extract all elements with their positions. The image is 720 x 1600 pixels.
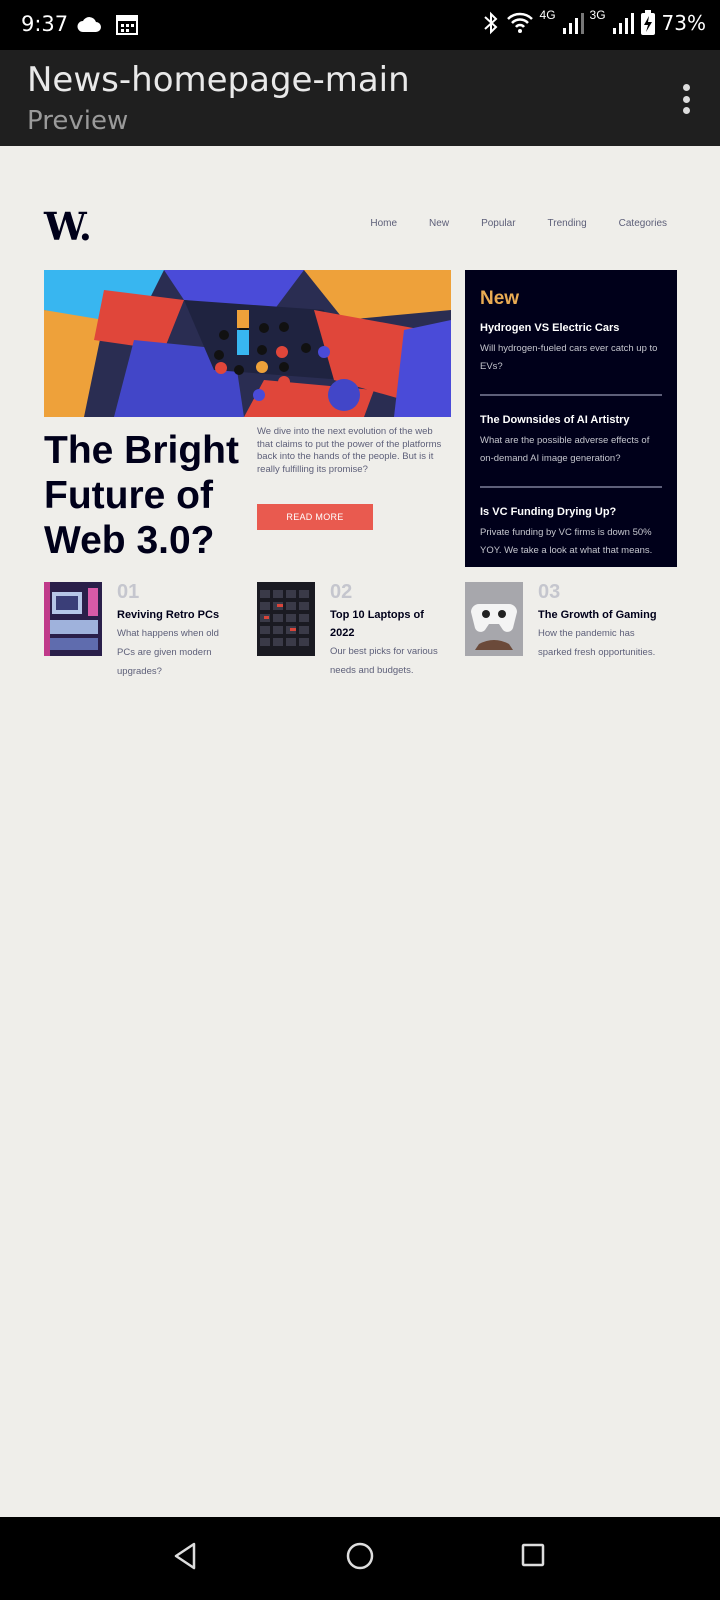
new-item-text: Will hydrogen-fueled cars ever catch up … <box>480 343 658 372</box>
card-title[interactable]: Reviving Retro PCs <box>117 606 229 624</box>
new-item-title[interactable]: Is VC Funding Drying Up? <box>480 506 662 518</box>
network-type-1: 4G <box>539 8 556 22</box>
nav-link-popular[interactable]: Popular <box>481 218 515 229</box>
new-panel-heading: New <box>480 288 520 309</box>
signal-icon <box>562 13 584 34</box>
article-card: 02 Top 10 Laptops of 2022 Our best picks… <box>257 582 457 680</box>
network-type-2: 3G <box>589 8 606 22</box>
new-item-text: What are the possible adverse effects of… <box>480 435 650 464</box>
hero-title: The Bright Future of Web 3.0? <box>44 429 239 562</box>
bluetooth-icon <box>483 11 497 35</box>
card-title[interactable]: The Growth of Gaming <box>538 606 668 624</box>
card-description: What happens when old PCs are given mode… <box>117 628 219 677</box>
hero-image <box>44 270 451 417</box>
status-time: 9:37 <box>21 12 69 36</box>
battery-charging-icon <box>640 10 655 35</box>
nav-link-trending[interactable]: Trending <box>548 218 587 229</box>
article-card: 03 The Growth of Gaming How the pandemic… <box>465 582 685 662</box>
battery-level: 73% <box>661 11 706 35</box>
read-more-button[interactable]: READ MORE <box>257 504 373 530</box>
card-title[interactable]: Top 10 Laptops of 2022 <box>330 606 445 642</box>
status-bar: 9:37 4G 3G 73% <box>0 0 720 50</box>
card-description: Our best picks for various needs and bud… <box>330 646 438 676</box>
card-description: How the pandemic has sparked fresh oppor… <box>538 628 656 658</box>
app-title: News-homepage-main <box>27 60 410 100</box>
more-options-icon[interactable] <box>682 84 690 114</box>
laptop-keyboard-thumbnail <box>257 582 315 656</box>
nav-link-new[interactable]: New <box>429 218 449 229</box>
signal-icon <box>612 13 634 34</box>
card-number: 01 <box>117 581 140 603</box>
new-item-text: Private funding by VC firms is down 50% … <box>480 527 653 556</box>
list-item[interactable]: Hydrogen VS Electric Cars Will hydrogen-… <box>480 322 662 390</box>
app-subtitle: Preview <box>27 106 129 136</box>
nav-link-categories[interactable]: Categories <box>619 218 667 229</box>
divider <box>480 486 662 488</box>
wifi-icon <box>506 12 533 33</box>
new-articles-panel: New Hydrogen VS Electric Cars Will hydro… <box>465 270 677 567</box>
new-item-title[interactable]: The Downsides of AI Artistry <box>480 414 662 426</box>
back-icon[interactable] <box>172 1541 198 1571</box>
system-nav-bar <box>0 1517 720 1600</box>
list-item[interactable]: The Downsides of AI Artistry What are th… <box>480 414 662 482</box>
site-nav: Home New Popular Trending Categories <box>370 218 667 229</box>
divider <box>480 394 662 396</box>
nav-link-home[interactable]: Home <box>370 218 397 229</box>
article-cards: 01 Reviving Retro PCs What happens when … <box>44 582 684 682</box>
retro-pc-thumbnail <box>44 582 102 656</box>
card-number: 03 <box>538 581 561 603</box>
web-content: W. Home New Popular Trending Categories <box>0 146 720 1517</box>
article-card: 01 Reviving Retro PCs What happens when … <box>44 582 244 681</box>
list-item[interactable]: Is VC Funding Drying Up? Private funding… <box>480 506 662 574</box>
calendar-icon <box>116 15 138 35</box>
gamepad-thumbnail <box>465 582 523 656</box>
home-icon[interactable] <box>346 1541 374 1571</box>
card-number: 02 <box>330 581 353 603</box>
hero-description: We dive into the next evolution of the w… <box>257 426 442 475</box>
app-bar: News-homepage-main Preview <box>0 50 720 146</box>
recents-icon[interactable] <box>520 1541 546 1571</box>
site-logo[interactable]: W. <box>44 204 92 249</box>
cloud-icon <box>77 17 101 32</box>
new-item-title[interactable]: Hydrogen VS Electric Cars <box>480 322 662 334</box>
